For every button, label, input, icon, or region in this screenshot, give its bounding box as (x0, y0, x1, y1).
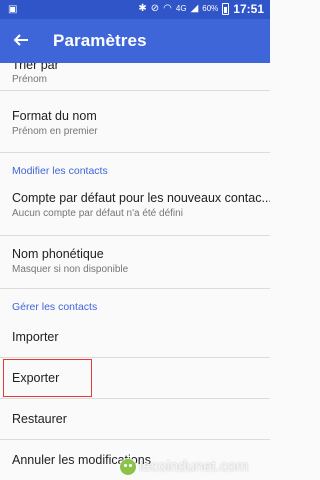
app-bar: Paramètres (0, 19, 270, 63)
setting-title: Nom phonétique (12, 247, 104, 261)
battery-percent: 60% (202, 4, 219, 13)
wifi-icon: ◠ (163, 3, 172, 14)
mute-icon: ⊘ (150, 3, 160, 14)
watermark-text: lecoindunet.com (139, 458, 249, 475)
section-header-manage: Gérer les contacts (12, 301, 98, 313)
setting-title: Trier par (12, 63, 59, 72)
setting-name-format[interactable]: Format du nom Prénom en premier (0, 91, 270, 152)
logo-icon (120, 458, 136, 475)
settings-list[interactable]: Trier par Prénom Format du nom Prénom en… (0, 63, 270, 480)
section-header-modify: Modifier les contacts (12, 165, 108, 177)
setting-subtitle: Prénom en premier (12, 126, 98, 137)
battery-icon (222, 3, 230, 15)
setting-default-account[interactable]: Compte par défaut pour les nouveaux cont… (0, 181, 270, 241)
arrow-back-icon (13, 34, 28, 46)
setting-import[interactable]: Importer (0, 317, 270, 357)
clock: 17:51 (233, 2, 264, 16)
back-button[interactable] (6, 25, 36, 55)
image-notification-icon: ▣ (8, 4, 18, 15)
divider (0, 288, 270, 289)
setting-subtitle: Masquer si non disponible (12, 264, 129, 275)
highlight-box (3, 359, 92, 397)
status-icons: ✱ ⊘ ◠ 4G ◢ 60% 17:51 (138, 2, 264, 16)
signal-icon: ◢ (190, 3, 199, 14)
setting-title: Restaurer (12, 412, 67, 426)
setting-subtitle: Prénom (12, 74, 48, 85)
setting-title: Compte par défaut pour les nouveaux cont… (12, 191, 270, 205)
bluetooth-icon: ✱ (138, 3, 147, 14)
setting-phonetic-name[interactable]: Nom phonétique Masquer si non disponible (0, 236, 270, 288)
setting-title: Format du nom (12, 109, 97, 123)
network-type: 4G (175, 4, 187, 13)
status-bar: ▣ ✱ ⊘ ◠ 4G ◢ 60% 17:51 (0, 0, 270, 19)
setting-subtitle: Aucun compte par défaut n'a été défini (12, 208, 183, 219)
watermark: lecoindunet.com (120, 458, 248, 475)
setting-title: Importer (12, 330, 59, 344)
setting-restore[interactable]: Restaurer (0, 399, 270, 439)
page-title: Paramètres (53, 31, 147, 50)
notification-icons: ▣ (8, 3, 17, 17)
setting-sort-by[interactable]: Trier par Prénom (0, 63, 270, 90)
divider (0, 152, 270, 153)
